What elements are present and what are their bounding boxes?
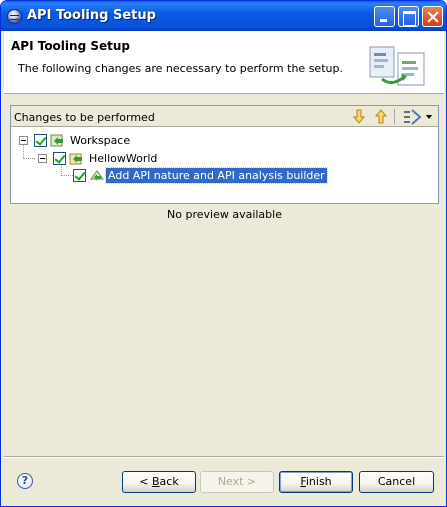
collapse-icon[interactable] (38, 154, 47, 163)
changes-panel-header: Changes to be performed (11, 106, 438, 127)
tree-row-change[interactable]: Add API nature and API analysis builder (11, 167, 438, 184)
next-button[interactable]: Next > (200, 471, 274, 493)
api-tooling-setup-dialog: API Tooling Setup API Tooling Setup The … (0, 0, 447, 507)
toolbar-separator (394, 109, 395, 124)
window-title: API Tooling Setup (27, 8, 156, 23)
back-button[interactable]: < Back (122, 471, 196, 493)
tree-label-workspace: Workspace (70, 134, 131, 147)
back-button-rest: ack (159, 475, 179, 488)
changes-panel-title: Changes to be performed (14, 111, 155, 124)
changes-tree[interactable]: Workspace HellowWorld Add API nature and… (11, 128, 438, 203)
footer-separator (4, 456, 444, 458)
change-item-icon (90, 170, 104, 181)
refactoring-wizard-icon (369, 46, 425, 86)
change-checkbox[interactable] (73, 169, 86, 182)
close-button[interactable] (422, 6, 443, 27)
previous-change-up-icon[interactable] (372, 108, 390, 125)
preview-message: No preview available (167, 208, 282, 221)
workspace-change-icon (50, 134, 63, 147)
cancel-button[interactable]: Cancel (359, 471, 434, 493)
next-change-down-icon[interactable] (350, 108, 368, 125)
tree-label-change: Add API nature and API analysis builder (105, 167, 328, 184)
minimize-button[interactable] (374, 6, 395, 27)
help-icon[interactable]: ? (17, 473, 33, 489)
workspace-checkbox[interactable] (34, 134, 47, 147)
finish-button-rest: inish (305, 475, 332, 488)
tree-row-workspace[interactable]: Workspace (11, 132, 438, 148)
finish-button[interactable]: Finish (279, 471, 353, 493)
filter-dropdown-icon[interactable] (402, 108, 434, 125)
project-checkbox[interactable] (53, 152, 66, 165)
collapse-icon[interactable] (19, 136, 28, 145)
wizard-header: API Tooling Setup The following changes … (4, 31, 444, 94)
tree-label-project: HellowWorld (89, 152, 158, 165)
project-change-icon (69, 153, 82, 165)
tree-row-project[interactable]: HellowWorld (11, 150, 438, 166)
eclipse-icon (7, 9, 22, 24)
back-button-prefix: < (139, 475, 152, 488)
changes-panel: Changes to be performed Workspace Hellow… (10, 105, 439, 204)
back-button-mnemonic: B (152, 475, 160, 488)
page-description: The following changes are necessary to p… (18, 62, 343, 75)
page-title: API Tooling Setup (11, 39, 130, 53)
title-bar[interactable]: API Tooling Setup (1, 1, 446, 31)
maximize-button[interactable] (398, 6, 419, 27)
